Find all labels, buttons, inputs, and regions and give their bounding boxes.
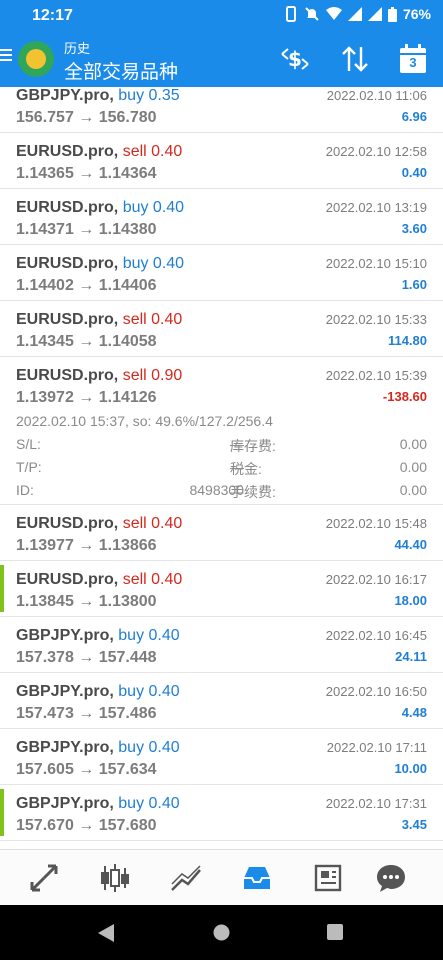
row-symbol: EURUSD.pro, sell 0.40	[16, 311, 183, 328]
row-prices: 1.14365 → 1.14364	[16, 165, 157, 182]
history-row[interactable]: GBPJPY.pro, buy 0.35 156.757 → 156.780 2…	[0, 87, 443, 133]
history-row[interactable]: EURUSD.pro, sell 0.40 1.13977 → 1.13866 20…	[0, 505, 443, 561]
app-subtitle: 历史	[64, 41, 91, 56]
back-icon[interactable]	[98, 924, 114, 942]
row-datetime: 2022.02.10 16:17	[325, 572, 427, 587]
row-datetime: 2022.02.10 12:58	[325, 144, 427, 159]
row-profit: 4.48	[401, 705, 427, 720]
row-profit: 0.40	[401, 165, 427, 180]
home-icon[interactable]	[213, 924, 230, 941]
status-icons: 76%	[284, 6, 431, 22]
row-profit: 10.00	[394, 761, 427, 776]
row-profit: -138.60	[382, 389, 427, 404]
row-prices: 157.378 → 157.448	[16, 649, 157, 666]
row-symbol: GBPJPY.pro, buy 0.40	[16, 739, 180, 756]
status-bar: 12:17 76%	[0, 0, 443, 32]
calendar-day: 3	[409, 55, 417, 70]
row-profit: 6.96	[401, 109, 427, 124]
calendar-button[interactable]: 3	[396, 42, 430, 76]
app-logo	[18, 41, 54, 77]
sort-button[interactable]	[338, 42, 372, 76]
history-row[interactable]: GBPJPY.pro, buy 0.40 157.378 → 157.448 202…	[0, 617, 443, 673]
page-title[interactable]: 全部交易品种	[64, 57, 178, 84]
history-row-expanded[interactable]: EURUSD.pro, sell 0.90 1.13972 → 1.14126 …	[0, 357, 443, 505]
row-marker	[0, 565, 4, 612]
history-list[interactable]: GBPJPY.pro, buy 0.35 156.757 → 156.780 2…	[0, 87, 443, 849]
wifi-icon	[325, 7, 342, 20]
chat-icon[interactable]	[375, 862, 407, 894]
system-navigation-bar	[0, 905, 443, 960]
history-row[interactable]: EURUSD.pro, buy 0.40 1.14371 → 1.14380 202…	[0, 189, 443, 245]
history-row[interactable]: GBPJPY.pro, buy 0.40 157.605 → 157.634 202…	[0, 729, 443, 785]
history-row[interactable]: EURUSD.pro, sell 0.40 1.14365 → 1.14364 20…	[0, 133, 443, 189]
sort-arrows-icon	[342, 46, 368, 72]
signal-icon-2	[367, 7, 382, 21]
row-datetime: 2022.02.10 15:39	[325, 368, 427, 383]
row-marker	[0, 789, 4, 836]
row-datetime: 2022.02.10 15:10	[325, 256, 427, 271]
row-datetime: 2022.02.10 16:45	[325, 628, 427, 643]
row-symbol: EURUSD.pro, sell 0.40	[16, 515, 183, 532]
row-symbol: EURUSD.pro, buy 0.40	[16, 199, 185, 216]
row-prices: 1.13977 → 1.13866	[16, 537, 157, 554]
row-datetime: 2022.02.10 15:33	[325, 312, 427, 327]
row-symbol: GBPJPY.pro, buy 0.35	[16, 87, 180, 104]
bottom-navigation	[0, 849, 443, 906]
history-row[interactable]: GBPJPY.pro, buy 0.402022.02.11 06:10	[0, 841, 443, 849]
row-symbol: EURUSD.pro, sell 0.90	[16, 367, 183, 384]
app-bar: 历史 全部交易品种 $ 3	[0, 32, 443, 87]
mute-icon	[305, 7, 319, 21]
phone-vibrate-icon	[285, 6, 296, 22]
chart-icon[interactable]	[170, 862, 202, 894]
row-symbol: GBPJPY.pro, buy 0.40	[16, 683, 180, 700]
row-profit: 24.11	[395, 649, 427, 664]
row-symbol: EURUSD.pro, buy 0.40	[16, 255, 185, 272]
battery-percent: 76%	[402, 6, 431, 22]
clock: 12:17	[32, 7, 73, 24]
svg-text:$: $	[288, 47, 302, 71]
row-profit: 114.80	[387, 333, 427, 348]
row-datetime: 2022.02.10 11:06	[326, 88, 427, 103]
row-prices: 157.605 → 157.634	[16, 761, 157, 778]
row-datetime: 2022.02.10 16:50	[325, 684, 427, 699]
row-prices: 1.13972 → 1.14126	[16, 389, 157, 406]
signal-icon	[347, 7, 362, 21]
row-prices: 1.14402 → 1.14406	[16, 277, 157, 294]
row-prices: 1.13845 → 1.13800	[16, 593, 157, 610]
history-row[interactable]: EURUSD.pro, sell 0.40 1.14345 → 1.14058 20…	[0, 301, 443, 357]
row-profit: 3.45	[401, 817, 427, 832]
row-profit: 1.60	[401, 277, 427, 292]
news-icon[interactable]	[313, 862, 345, 894]
row-profit: 18.00	[394, 593, 427, 608]
row-prices: 157.670 → 157.680	[16, 817, 157, 834]
row-symbol: EURUSD.pro, sell 0.40	[16, 143, 183, 160]
row-symbol: GBPJPY.pro, buy 0.40	[16, 627, 180, 644]
row-prices: 156.757 → 156.780	[16, 109, 157, 126]
history-row[interactable]: EURUSD.pro, buy 0.40 1.14402 → 1.14406 202…	[0, 245, 443, 301]
battery-icon	[387, 6, 397, 22]
row-symbol: GBPJPY.pro, buy 0.40	[16, 795, 180, 812]
row-profit: 44.40	[394, 537, 427, 552]
row-prices: 157.473 → 157.486	[16, 705, 157, 722]
history-inbox-icon[interactable]	[241, 862, 273, 894]
history-row[interactable]: GBPJPY.pro, buy 0.40 157.670 → 157.680 202…	[0, 785, 443, 841]
dollar-arrows-icon: $	[281, 47, 309, 71]
row-prices: 1.14371 → 1.14380	[16, 221, 157, 238]
row-datetime: 2022.02.10 13:19	[325, 200, 427, 215]
currency-sort-button[interactable]: $	[278, 42, 312, 76]
candles-icon[interactable]	[99, 862, 131, 894]
row-datetime: 2022.02.10 17:31	[325, 796, 427, 811]
recents-icon[interactable]	[327, 924, 343, 940]
row-datetime: 2022.02.10 15:48	[325, 516, 427, 531]
row-prices: 1.14345 → 1.14058	[16, 333, 157, 350]
history-row[interactable]: EURUSD.pro, sell 0.40 1.13845 → 1.13800 20…	[0, 561, 443, 617]
row-datetime: 2022.02.10 17:11	[326, 740, 427, 755]
row-profit: 3.60	[401, 221, 427, 236]
menu-icon[interactable]	[0, 46, 14, 68]
history-row[interactable]: GBPJPY.pro, buy 0.40 157.473 → 157.486 202…	[0, 673, 443, 729]
trade-arrows-icon[interactable]	[28, 862, 60, 894]
row-symbol: EURUSD.pro, sell 0.40	[16, 571, 183, 588]
